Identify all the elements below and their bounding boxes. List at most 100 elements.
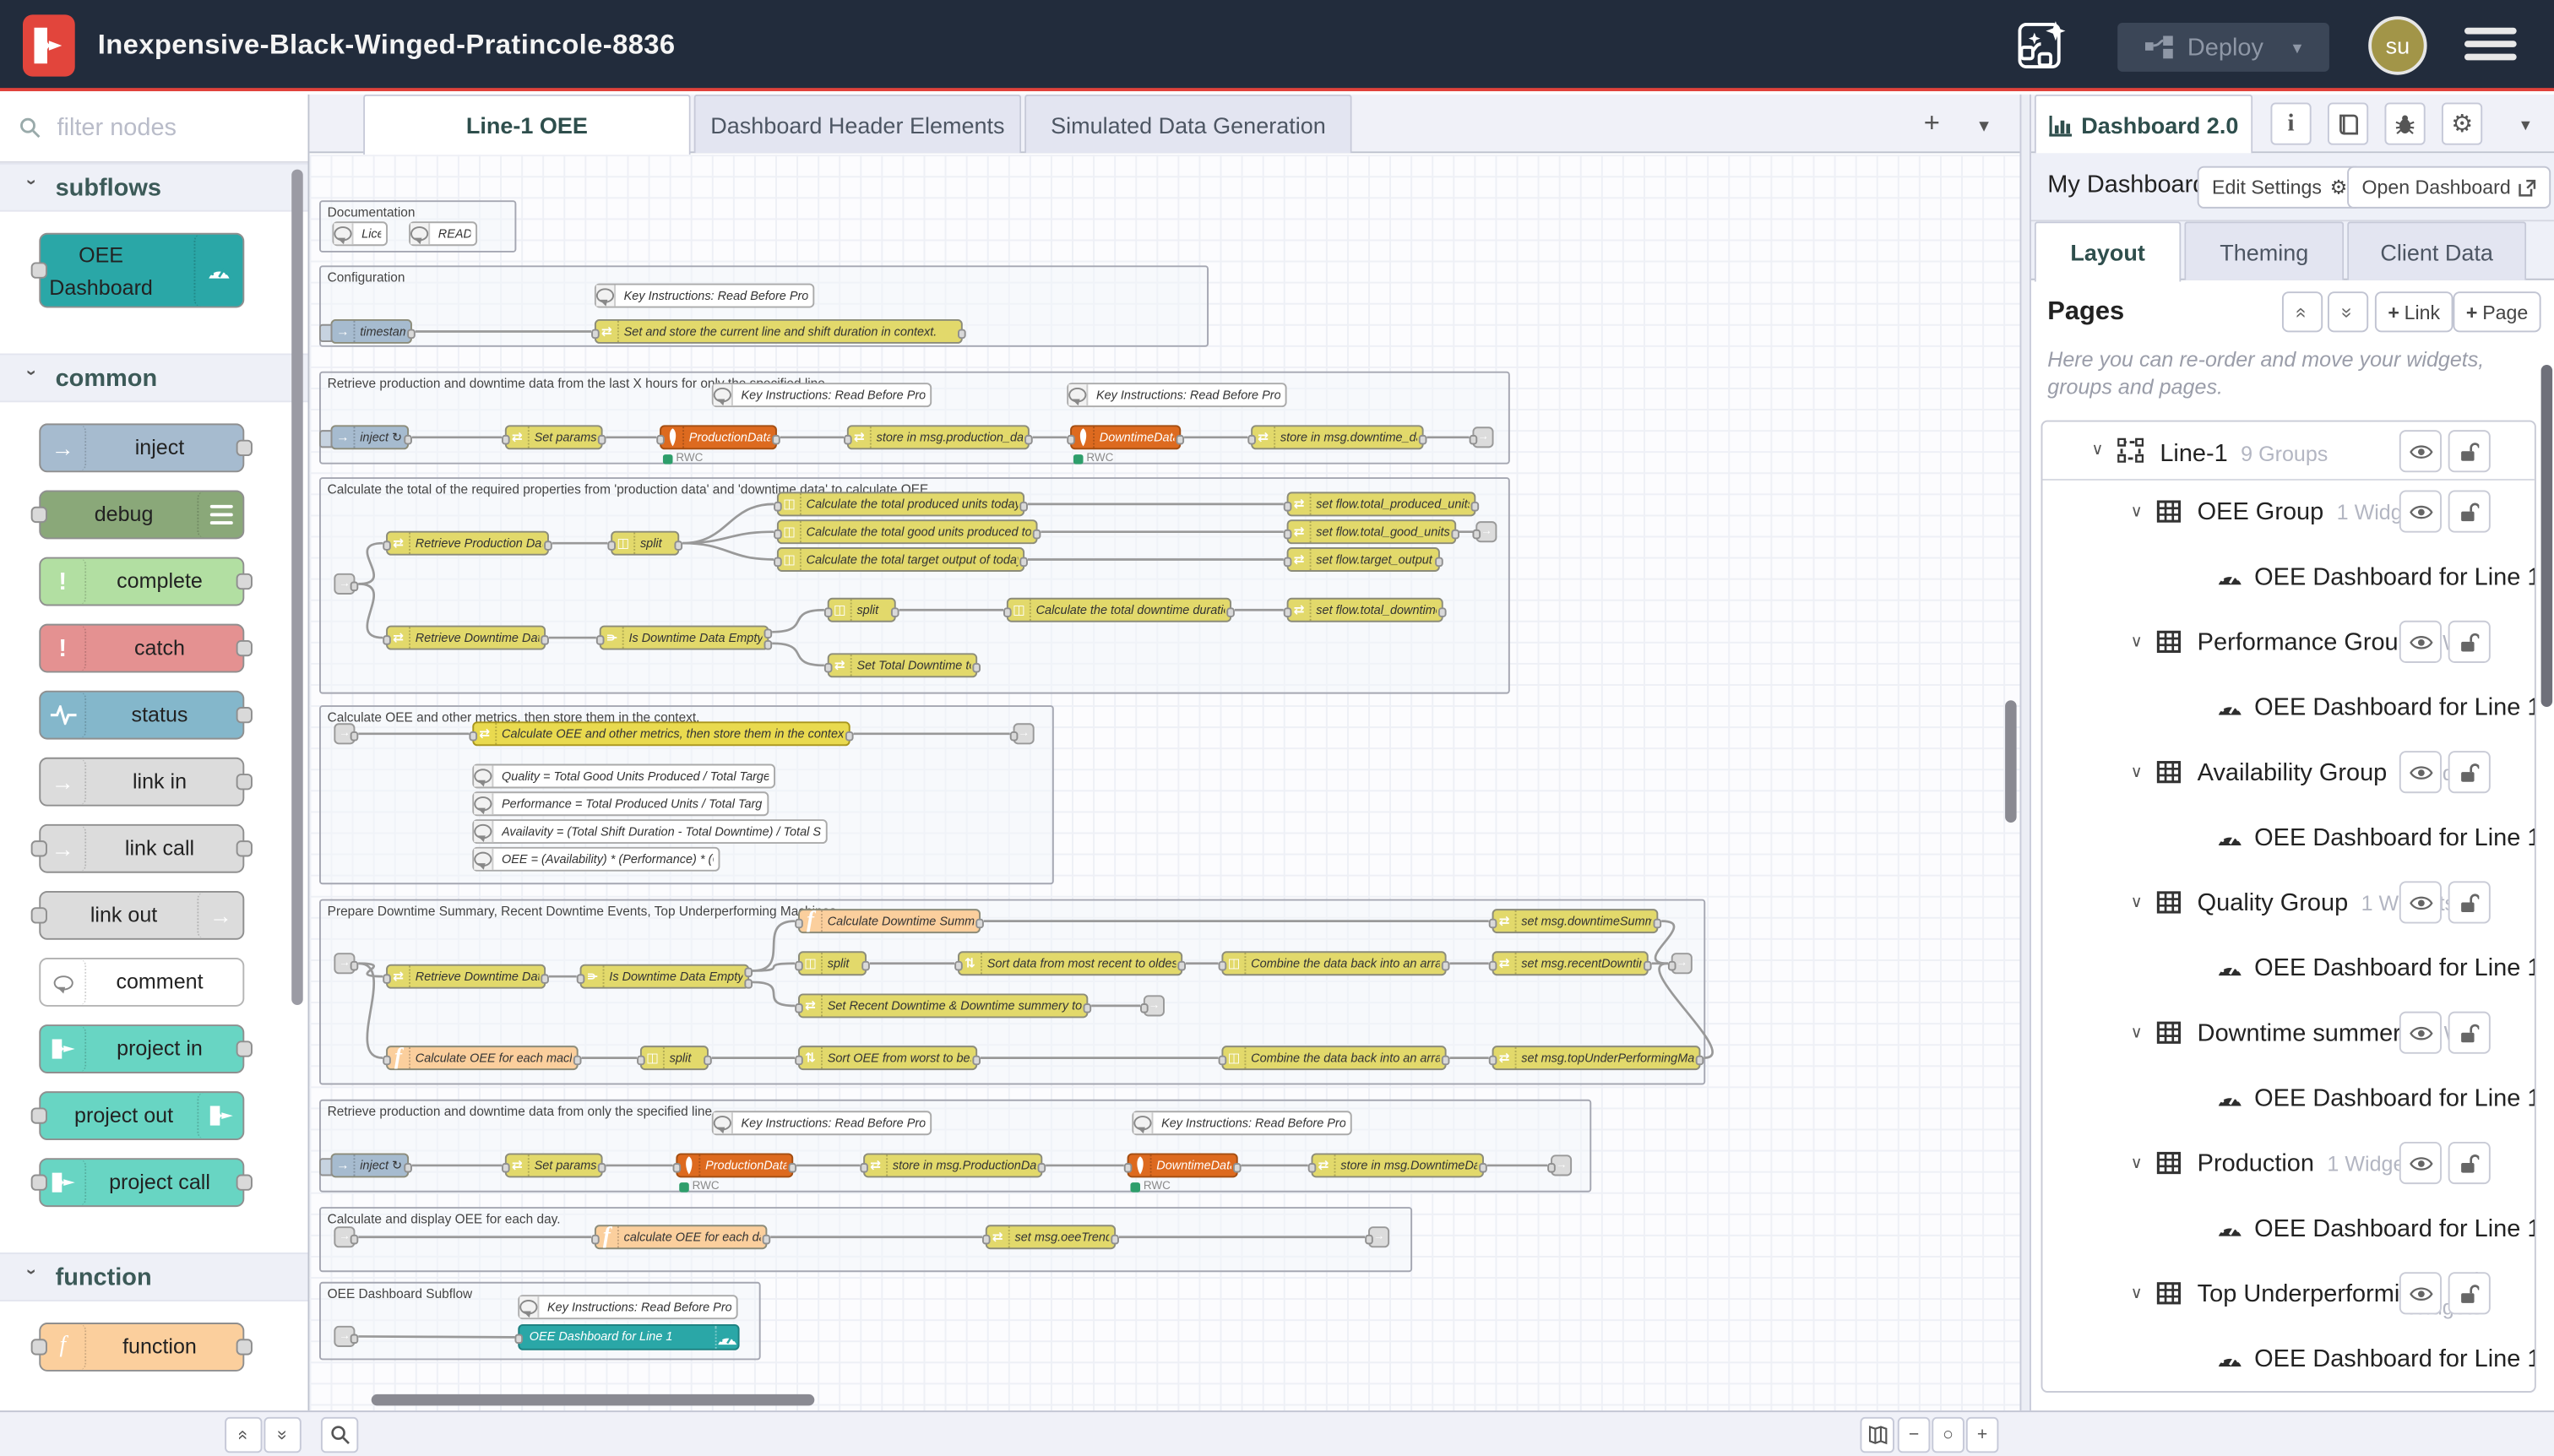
flow-node-li5[interactable]: →: [334, 1226, 355, 1247]
tree-group-row[interactable]: ∨Downtime summery1 Widgets: [2042, 1002, 2534, 1067]
node-output-port[interactable]: [1233, 1162, 1242, 1172]
flow-node-rdm[interactable]: README: [409, 221, 477, 246]
flow-node-cd[interactable]: ◫Calculate the total downtime duration: [1007, 598, 1231, 622]
node-output-port[interactable]: [236, 640, 253, 656]
node-input-port[interactable]: [502, 434, 510, 444]
flow-node-ct[interactable]: ◫Calculate the total target output of to…: [777, 547, 1024, 572]
flow-node-su[interactable]: ⇄set flow.total_produced_units: [1287, 492, 1476, 516]
unlock-button[interactable]: [2448, 881, 2491, 923]
node-output-port[interactable]: [1696, 1055, 1704, 1065]
flow-node-i1[interactable]: →inject ↻: [331, 425, 410, 449]
node-input-port[interactable]: [1140, 1002, 1149, 1013]
flow-node-cp[interactable]: ◫Calculate the total produced units toda…: [777, 492, 1024, 516]
palette-node-project-out[interactable]: project out: [39, 1091, 244, 1140]
tree-root-row[interactable]: ∨Line-19 Groups: [2042, 422, 2534, 481]
node-output-port[interactable]: [350, 1334, 359, 1344]
node-output-port[interactable]: [236, 573, 253, 589]
flow-node-sg[interactable]: ⇄set flow.total_good_units: [1287, 519, 1457, 544]
node-output-port[interactable]: [236, 1175, 253, 1191]
node-input-port[interactable]: [774, 557, 782, 567]
chevron-down-icon[interactable]: ∨: [2131, 1285, 2143, 1303]
node-input-port[interactable]: [982, 1234, 991, 1244]
node-output-port[interactable]: [1419, 434, 1427, 444]
node-input-port[interactable]: [383, 634, 391, 644]
flow-node-kc2[interactable]: Key Instructions: Read Before Proceeding: [1067, 383, 1286, 407]
node-output-port[interactable]: [1111, 1234, 1119, 1244]
palette-node-debug[interactable]: debug: [39, 491, 244, 540]
flow-node-ca[interactable]: Availavity = (Total Shift Duration - Tot…: [472, 819, 827, 844]
node-input-port[interactable]: [383, 540, 391, 550]
node-input-port[interactable]: [1067, 434, 1075, 444]
node-output-port[interactable]: [236, 1339, 253, 1355]
flow-node-dash[interactable]: OEE Dashboard for Line 1: [518, 1324, 739, 1350]
node-output-port[interactable]: [1471, 501, 1480, 511]
flow-node-s2[interactable]: ⇄store in msg.downtime_data: [1251, 425, 1423, 449]
node-input-port[interactable]: [1668, 960, 1676, 970]
flow-node-p1[interactable]: ⇄Set params: [505, 425, 603, 449]
inject-button[interactable]: [319, 324, 332, 342]
flow-node-sp4[interactable]: ◫split: [640, 1046, 709, 1070]
chevron-down-icon[interactable]: ∨: [2131, 633, 2143, 651]
flow-node-kc1[interactable]: Key Instructions: Read Before Proceeding: [712, 383, 932, 407]
unlock-button[interactable]: [2448, 751, 2491, 793]
palette-section-subflows[interactable]: ›subflows: [0, 163, 308, 212]
flow-node-cg[interactable]: ◫Calculate the total good units produced…: [777, 519, 1038, 544]
node-output-port[interactable]: [674, 540, 682, 550]
flow-node-i2[interactable]: →inject ↻: [331, 1153, 410, 1177]
main-menu-icon[interactable]: [2464, 28, 2517, 63]
node-output-port[interactable]: [350, 1234, 359, 1244]
node-input-port[interactable]: [383, 1055, 391, 1065]
unlock-button[interactable]: [2448, 1012, 2491, 1054]
flow-list-caret-icon[interactable]: ▾: [1964, 106, 2003, 144]
node-input-port[interactable]: [31, 263, 47, 279]
flow-node-ie1[interactable]: ⋔Is Downtime Data Empty?: [600, 626, 769, 650]
node-output-port[interactable]: [772, 434, 780, 444]
add-page-button[interactable]: +Page: [2453, 291, 2540, 332]
flow-node-rd[interactable]: ⇄Retrieve Downtime Data: [386, 626, 546, 650]
node-input-port[interactable]: [1247, 434, 1256, 444]
node-output-port[interactable]: [598, 434, 606, 444]
flow-node-s3[interactable]: ⇄store in msg.ProductionData: [863, 1153, 1042, 1177]
node-output-port[interactable]: [598, 1162, 606, 1172]
filter-nodes-input[interactable]: [54, 112, 266, 144]
unlock-button[interactable]: [2448, 491, 2491, 533]
flow-node-str[interactable]: ⇄set msg.oeeTrend: [986, 1225, 1116, 1249]
flow-node-cb2[interactable]: ◫Combine the data back into an array.: [1221, 1046, 1446, 1070]
flow-node-so[interactable]: ⇅Sort OEE from worst to best: [798, 1046, 977, 1070]
node-input-port[interactable]: [1470, 434, 1478, 444]
node-output-port[interactable]: [573, 1055, 582, 1065]
flow-node-f2[interactable]: DowntimeData: [1070, 425, 1181, 449]
node-input-port[interactable]: [1472, 529, 1481, 539]
tree-widget-row[interactable]: OEE Dashboard for Line 1: [2042, 1067, 2534, 1132]
visibility-eye-button[interactable]: [2399, 491, 2442, 533]
flow-node-sp2[interactable]: ◫split: [828, 598, 896, 622]
flow-node-cb1[interactable]: ◫Combine the data back into an array.: [1221, 951, 1446, 975]
node-input-port[interactable]: [591, 329, 600, 339]
flow-node-kc0[interactable]: Key Instructions: Read Before Proceeding: [595, 284, 814, 308]
flow-node-lic[interactable]: License: [332, 221, 388, 246]
node-output-port[interactable]: [544, 540, 552, 550]
flow-node-rd2[interactable]: ⇄Retrieve Downtime Data: [386, 964, 546, 989]
node-output-port[interactable]: [404, 1162, 412, 1172]
node-output-port[interactable]: [1442, 1055, 1450, 1065]
node-output-port[interactable]: [236, 1040, 253, 1057]
node-output-port[interactable]: [1033, 529, 1041, 539]
node-input-port[interactable]: [1284, 529, 1292, 539]
node-output-port[interactable]: [764, 640, 773, 650]
node-output-port[interactable]: [891, 606, 899, 617]
palette-node-link-call[interactable]: link call→: [39, 824, 244, 873]
node-input-port[interactable]: [795, 1002, 803, 1013]
add-link-button[interactable]: +Link: [2375, 291, 2453, 332]
navigator-button[interactable]: [1860, 1417, 1894, 1453]
node-output-port[interactable]: [1435, 557, 1443, 567]
node-output-port[interactable]: [350, 960, 359, 970]
palette-scroll-area[interactable]: ›subflowsOEEDashboard›commoninject→debug…: [0, 163, 308, 1410]
node-input-port[interactable]: [514, 1334, 523, 1345]
palette-node-OEE-Dashboard[interactable]: OEEDashboard: [39, 233, 244, 308]
settings-gear-button[interactable]: ⚙: [2442, 103, 2482, 145]
node-output-port[interactable]: [541, 634, 549, 644]
flow-node-kc5[interactable]: Key Instructions: Read Before Proceeding: [518, 1295, 737, 1319]
flow-node-sp3[interactable]: ◫split: [798, 951, 867, 975]
info-button[interactable]: i: [2270, 103, 2311, 145]
node-output-port[interactable]: [1654, 918, 1662, 928]
